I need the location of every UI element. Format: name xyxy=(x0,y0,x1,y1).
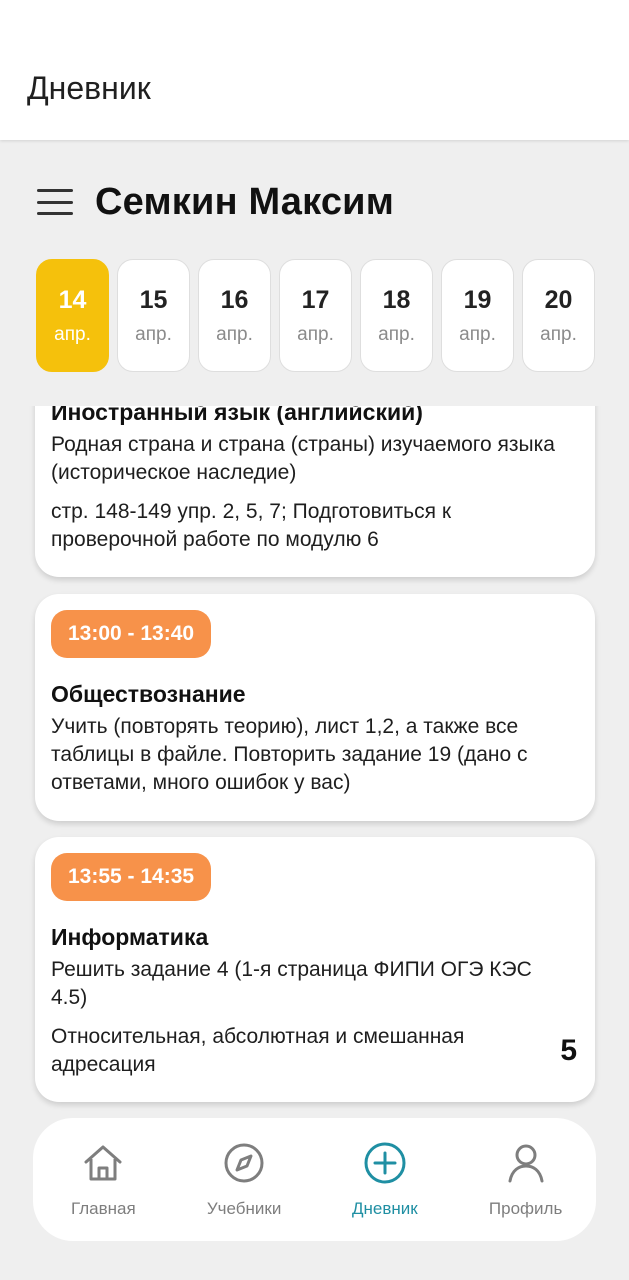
date-day: 19 xyxy=(463,285,492,314)
lesson-homework: стр. 148-149 упр. 2, 5, 7; Подготовиться… xyxy=(51,500,452,551)
date-day: 14 xyxy=(58,285,87,314)
date-day: 18 xyxy=(382,285,411,314)
date-day: 20 xyxy=(544,285,573,314)
nav-label: Профиль xyxy=(488,1199,563,1218)
nav-label: Главная xyxy=(71,1199,136,1218)
date-month: апр. xyxy=(54,323,91,345)
date-month: апр. xyxy=(378,323,415,345)
date-day: 17 xyxy=(301,285,330,314)
menu-icon[interactable] xyxy=(37,189,73,215)
nav-textbooks[interactable]: Учебники xyxy=(179,1140,309,1219)
lesson-grade: 5 xyxy=(560,1034,577,1067)
date-selector: 14 апр. 15 апр. 16 апр. 17 апр. 18 апр. … xyxy=(36,259,595,372)
lesson-topic: Учить (повторять теорию), лист 1,2, а та… xyxy=(51,715,528,794)
date-month: апр. xyxy=(540,323,577,345)
date-chip-19[interactable]: 19 апр. xyxy=(441,259,514,372)
lesson-card-english[interactable]: Иностранный язык (английский) Родная стр… xyxy=(35,406,595,577)
diary-header: Семкин Максим xyxy=(37,176,394,228)
student-name: Семкин Максим xyxy=(95,180,395,223)
nav-diary[interactable]: Дневник xyxy=(320,1140,450,1219)
date-chip-14[interactable]: 14 апр. xyxy=(36,259,109,372)
nav-label: Учебники xyxy=(206,1199,282,1218)
lesson-list[interactable]: Иностранный язык (английский) Родная стр… xyxy=(0,406,629,1114)
date-month: апр. xyxy=(459,323,496,345)
date-month: апр. xyxy=(216,323,253,345)
date-chip-15[interactable]: 15 апр. xyxy=(117,259,190,372)
lesson-card-informatics[interactable]: 13:55 - 14:35 Информатика Решить задание… xyxy=(35,837,595,1102)
home-icon xyxy=(84,1145,122,1181)
date-chip-17[interactable]: 17 апр. xyxy=(279,259,352,372)
lesson-subject: Иностранный язык (английский) xyxy=(51,406,423,425)
nav-label: Дневник xyxy=(352,1199,418,1218)
lesson-subject: Информатика xyxy=(51,924,209,950)
lesson-card-social-studies[interactable]: 13:00 - 13:40 Обществознание Учить (повт… xyxy=(35,594,595,821)
date-month: апр. xyxy=(135,323,172,345)
lesson-topic: Решить задание 4 (1-я страница ФИПИ ОГЭ … xyxy=(51,958,532,1009)
lesson-subject: Обществознание xyxy=(51,681,246,707)
date-day: 15 xyxy=(139,285,168,314)
app-bar-title: Дневник xyxy=(27,70,151,106)
nav-home[interactable]: Главная xyxy=(38,1140,168,1219)
app-bar: Дневник xyxy=(0,0,629,140)
date-day: 16 xyxy=(220,285,249,314)
lesson-time-badge: 13:55 - 14:35 xyxy=(51,853,212,901)
date-chip-20[interactable]: 20 апр. xyxy=(522,259,595,372)
compass-icon xyxy=(224,1143,264,1183)
date-chip-16[interactable]: 16 апр. xyxy=(198,259,271,372)
date-chip-18[interactable]: 18 апр. xyxy=(360,259,433,372)
bottom-navigation: Главная Учебники Дневник Профиль xyxy=(33,1118,596,1241)
lesson-homework: Относительная, абсолютная и смешанная ад… xyxy=(51,1025,465,1076)
lesson-time-badge: 13:00 - 13:40 xyxy=(51,610,212,658)
profile-icon xyxy=(508,1144,544,1183)
nav-profile[interactable]: Профиль xyxy=(461,1140,591,1219)
lesson-topic: Родная страна и страна (страны) изучаемо… xyxy=(51,433,555,484)
date-month: апр. xyxy=(297,323,334,345)
plus-circle-icon xyxy=(364,1142,406,1184)
